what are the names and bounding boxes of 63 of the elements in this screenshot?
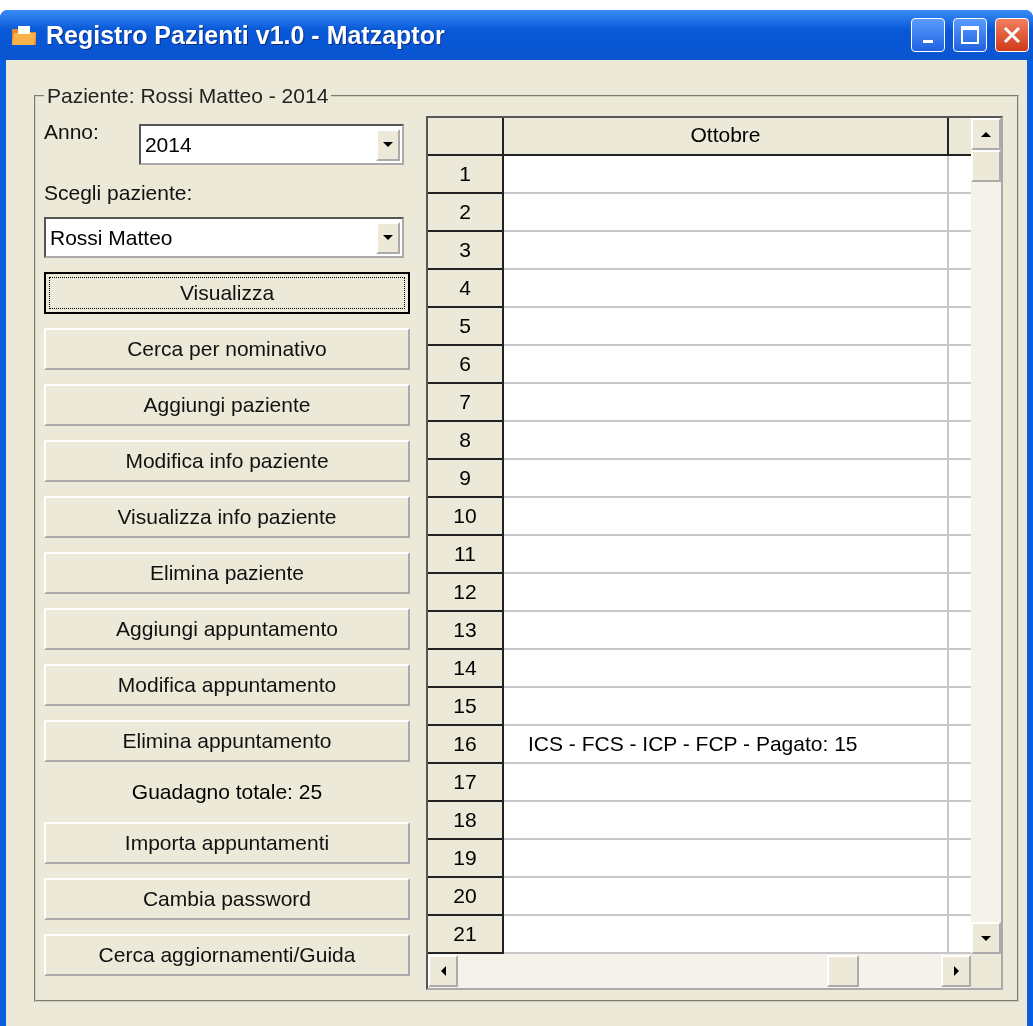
caret-right-icon bbox=[952, 966, 960, 976]
action-button[interactable]: Visualizza bbox=[44, 272, 410, 314]
row-header: 12 bbox=[428, 574, 504, 612]
row-header: 6 bbox=[428, 346, 504, 384]
action-button[interactable]: Elimina paziente bbox=[44, 552, 410, 594]
scroll-left-button[interactable] bbox=[428, 955, 458, 987]
close-icon bbox=[1003, 26, 1021, 44]
row-header: 13 bbox=[428, 612, 504, 650]
row-header: 8 bbox=[428, 422, 504, 460]
scroll-down-button[interactable] bbox=[971, 922, 1001, 954]
row-header: 10 bbox=[428, 498, 504, 536]
scroll-right-button[interactable] bbox=[941, 955, 971, 987]
row-header: 4 bbox=[428, 270, 504, 308]
folder-icon bbox=[10, 23, 38, 47]
action-button[interactable]: Importa appuntamenti bbox=[44, 822, 410, 864]
row-header: 20 bbox=[428, 878, 504, 916]
row-header: 14 bbox=[428, 650, 504, 688]
caret-up-icon bbox=[981, 130, 991, 138]
row-header: 11 bbox=[428, 536, 504, 574]
group-title: Paziente: Rossi Matteo - 2014 bbox=[46, 84, 330, 108]
row-header: 1 bbox=[428, 156, 504, 194]
caret-down-icon bbox=[383, 141, 393, 148]
action-button[interactable]: Aggiungi paziente bbox=[44, 384, 410, 426]
caret-left-icon bbox=[439, 966, 447, 976]
scroll-thumb[interactable] bbox=[971, 150, 1001, 182]
row-header: 17 bbox=[428, 764, 504, 802]
year-dropdown[interactable]: 2014 bbox=[138, 124, 404, 165]
row-header: 9 bbox=[428, 460, 504, 498]
caret-down-icon bbox=[383, 234, 393, 241]
vertical-scrollbar[interactable] bbox=[971, 118, 1001, 954]
caret-down-icon bbox=[981, 934, 991, 942]
year-label: Anno: bbox=[44, 119, 99, 144]
row-header: 21 bbox=[428, 916, 504, 954]
window-title: Registro Pazienti v1.0 - Matzaptor bbox=[46, 20, 446, 50]
action-button[interactable]: Elimina appuntamento bbox=[44, 720, 410, 762]
action-button[interactable]: Modifica appuntamento bbox=[44, 664, 410, 706]
column-header: Ottobre bbox=[504, 118, 949, 156]
row-header: 18 bbox=[428, 802, 504, 840]
action-button[interactable]: Visualizza info paziente bbox=[44, 496, 410, 538]
minimize-button[interactable] bbox=[911, 18, 945, 52]
row-header: 16 bbox=[428, 726, 504, 764]
action-button[interactable]: Aggiungi appuntamento bbox=[44, 608, 410, 650]
row-header: 7 bbox=[428, 384, 504, 422]
scroll-up-button[interactable] bbox=[971, 118, 1001, 150]
patient-dropdown[interactable]: Rossi Matteo bbox=[44, 217, 404, 258]
patient-label: Scegli paziente: bbox=[44, 181, 194, 205]
row-header: 19 bbox=[428, 840, 504, 878]
close-button[interactable] bbox=[995, 18, 1029, 52]
row-header: 3 bbox=[428, 232, 504, 270]
row-header: 5 bbox=[428, 308, 504, 346]
action-button[interactable]: Cerca per nominativo bbox=[44, 328, 410, 370]
action-button[interactable]: Cerca aggiornamenti/Guida bbox=[44, 934, 410, 976]
maximize-button[interactable] bbox=[953, 18, 987, 52]
total-earnings: Guadagno totale: 25 bbox=[130, 780, 324, 804]
maximize-icon bbox=[961, 26, 979, 44]
horizontal-scrollbar[interactable] bbox=[428, 954, 971, 988]
scroll-thumb[interactable] bbox=[827, 955, 859, 987]
action-button[interactable]: Modifica info paziente bbox=[44, 440, 410, 482]
action-button[interactable]: Cambia password bbox=[44, 878, 410, 920]
minimize-icon bbox=[923, 39, 933, 43]
row-header: 2 bbox=[428, 194, 504, 232]
row-header: 15 bbox=[428, 688, 504, 726]
table-cell: ICS - FCS - ICP - FCP - Pagato: 15 bbox=[504, 726, 949, 764]
